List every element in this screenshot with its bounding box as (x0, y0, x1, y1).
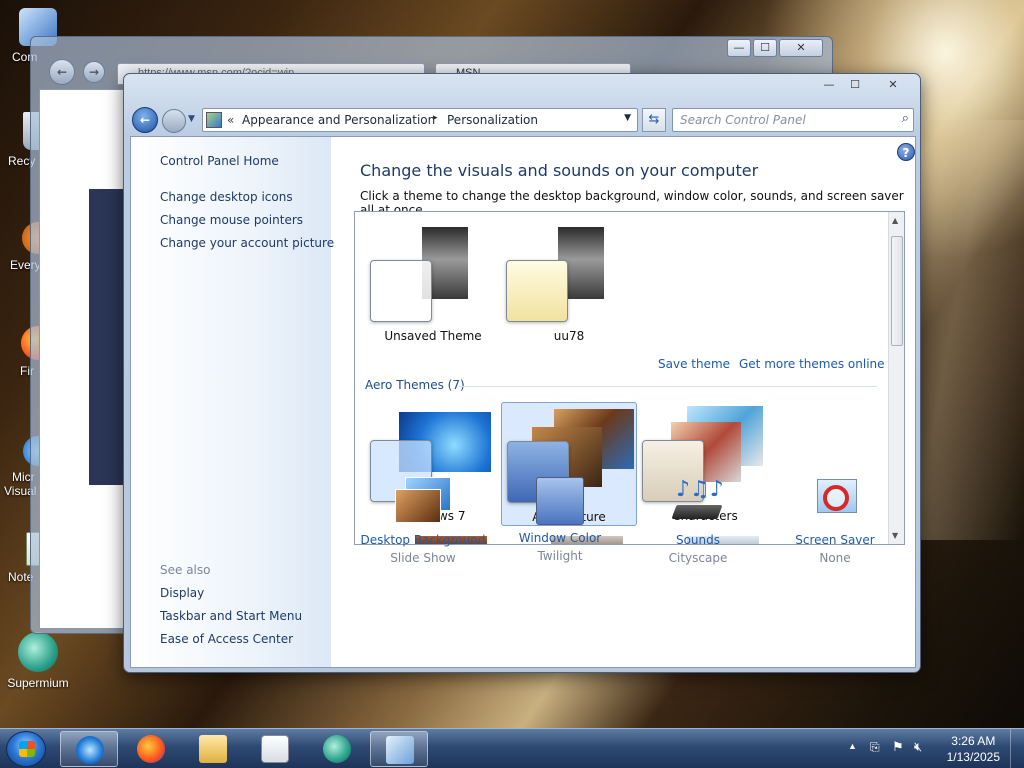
windows-logo-icon (19, 741, 35, 757)
taskbar-internet-explorer[interactable] (60, 731, 118, 767)
screen-saver-setting[interactable]: Screen Saver None (770, 477, 900, 565)
minimize-button[interactable]: — (816, 76, 842, 94)
desktop-icon-label: Supermium (7, 676, 69, 690)
sounds-setting[interactable]: ♪♫♪ Sounds Cityscape (633, 477, 763, 565)
refresh-button[interactable]: ⇆ (642, 108, 666, 132)
desktop-background-setting[interactable]: Desktop Background Slide Show (358, 477, 488, 565)
refresh-icon: ⇆ (648, 112, 660, 127)
address-bar[interactable]: « Appearance and Personalization ▸ Perso… (202, 108, 638, 132)
see-also-header: See also (160, 563, 211, 577)
scroll-thumb[interactable] (891, 236, 903, 346)
browser-close-button[interactable]: ✕ (779, 39, 823, 57)
breadcrumb-personalization[interactable]: Personalization (447, 113, 538, 127)
theme-name: uu78 (553, 329, 585, 343)
desktop-background-icon (395, 477, 451, 527)
taskbar-start-menu-link[interactable]: Taskbar and Start Menu (160, 609, 302, 623)
sounds-icon: ♪♫♪ (670, 477, 726, 527)
setting-value: None (819, 551, 851, 565)
breadcrumb-appearance[interactable]: Appearance and Personalization (242, 113, 435, 127)
desktop-icon-supermium[interactable]: Supermium (0, 632, 76, 690)
breadcrumb-overflow[interactable]: « (227, 113, 234, 127)
setting-name: Sounds (675, 533, 721, 547)
taskbar-supermium[interactable] (308, 731, 366, 767)
clock-date: 1/13/2025 (946, 750, 1000, 764)
help-icon[interactable]: ? (897, 143, 915, 161)
change-mouse-pointers-link[interactable]: Change mouse pointers (160, 213, 303, 227)
supermium-icon (18, 632, 58, 672)
setting-name: Desktop Background (360, 533, 486, 547)
show-hidden-icons-icon[interactable]: ▲ (848, 741, 857, 751)
start-button[interactable] (6, 731, 46, 767)
personalization-icon (206, 112, 222, 128)
setting-name: Window Color (518, 531, 602, 545)
change-desktop-icons-link[interactable]: Change desktop icons (160, 190, 293, 204)
display-link[interactable]: Display (160, 586, 204, 600)
maximize-button[interactable]: ☐ (842, 76, 868, 94)
system-tray: ▲ ⎘ ⚑ 🔇︎ 3:26 AM 1/13/2025 (834, 729, 1024, 768)
recent-pages-dropdown-icon[interactable]: ▼ (188, 114, 195, 124)
control-panel-icon (386, 736, 414, 764)
media-player-icon (261, 735, 289, 763)
supermium-icon (323, 735, 351, 763)
theme-color-swatch (370, 260, 432, 322)
file-explorer-icon (199, 735, 227, 763)
browser-back-button[interactable]: ← (49, 59, 75, 85)
setting-name: Screen Saver (795, 533, 875, 547)
screen-saver-icon (807, 477, 863, 527)
personalization-window[interactable]: — ☐ ✕ ← ▼ « Appearance and Personalizati… (123, 73, 921, 673)
back-arrow-icon: ← (139, 113, 151, 127)
ease-of-access-link[interactable]: Ease of Access Center (160, 632, 293, 646)
browser-maximize-button[interactable]: ☐ (753, 39, 777, 57)
taskbar-firefox[interactable] (122, 731, 180, 767)
action-center-flag-icon[interactable]: ⚑ (892, 739, 904, 755)
address-dropdown-icon[interactable]: ▼ (624, 113, 631, 123)
search-icon[interactable]: ⌕ (902, 111, 909, 126)
window-color-setting[interactable]: Window Color Twilight (495, 477, 625, 563)
search-input[interactable]: Search Control Panel ⌕ (672, 108, 914, 132)
browser-forward-button[interactable]: → (83, 61, 105, 83)
theme-unsaved[interactable]: Unsaved Theme (365, 222, 501, 346)
search-placeholder: Search Control Panel (680, 113, 806, 127)
theme-color-swatch (506, 260, 568, 322)
aero-themes-header: Aero Themes (7) (365, 378, 465, 392)
theme-uu78[interactable]: uu78 (501, 222, 637, 346)
breadcrumb-separator[interactable]: ▸ (433, 113, 438, 123)
setting-value: Twilight (537, 549, 583, 563)
left-pane: Control Panel Home Change desktop icons … (131, 137, 334, 667)
taskbar: ▲ ⎘ ⚑ 🔇︎ 3:26 AM 1/13/2025 (0, 728, 1024, 768)
get-more-themes-link[interactable]: Get more themes online (739, 357, 885, 371)
page-title: Change the visuals and sounds on your co… (360, 161, 759, 180)
firefox-icon (137, 735, 165, 763)
control-panel-home-link[interactable]: Control Panel Home (160, 154, 279, 168)
taskbar-control-panel[interactable] (370, 731, 428, 767)
content-area: Control Panel Home Change desktop icons … (130, 136, 916, 668)
close-button[interactable]: ✕ (872, 76, 914, 94)
clock[interactable]: 3:26 AM 1/13/2025 (947, 733, 1000, 765)
scroll-up-icon[interactable]: ▲ (892, 216, 898, 225)
save-theme-link[interactable]: Save theme (658, 357, 730, 371)
back-button[interactable]: ← (132, 107, 158, 133)
section-divider (459, 386, 877, 387)
setting-value: Slide Show (390, 551, 456, 565)
volume-muted-icon[interactable]: 🔇︎ (914, 739, 922, 755)
clock-time: 3:26 AM (951, 734, 996, 748)
forward-button[interactable] (162, 109, 186, 133)
window-color-icon (536, 477, 584, 525)
taskbar-media-player[interactable] (246, 731, 304, 767)
taskbar-file-explorer[interactable] (184, 731, 242, 767)
internet-explorer-icon (76, 736, 104, 764)
change-account-picture-link[interactable]: Change your account picture (160, 236, 334, 250)
browser-minimize-button[interactable]: — (727, 39, 751, 57)
show-desktop-button[interactable] (1010, 729, 1024, 768)
theme-name: Unsaved Theme (384, 329, 482, 343)
setting-value: Cityscape (668, 551, 728, 565)
network-icon[interactable]: ⎘ (870, 740, 880, 755)
